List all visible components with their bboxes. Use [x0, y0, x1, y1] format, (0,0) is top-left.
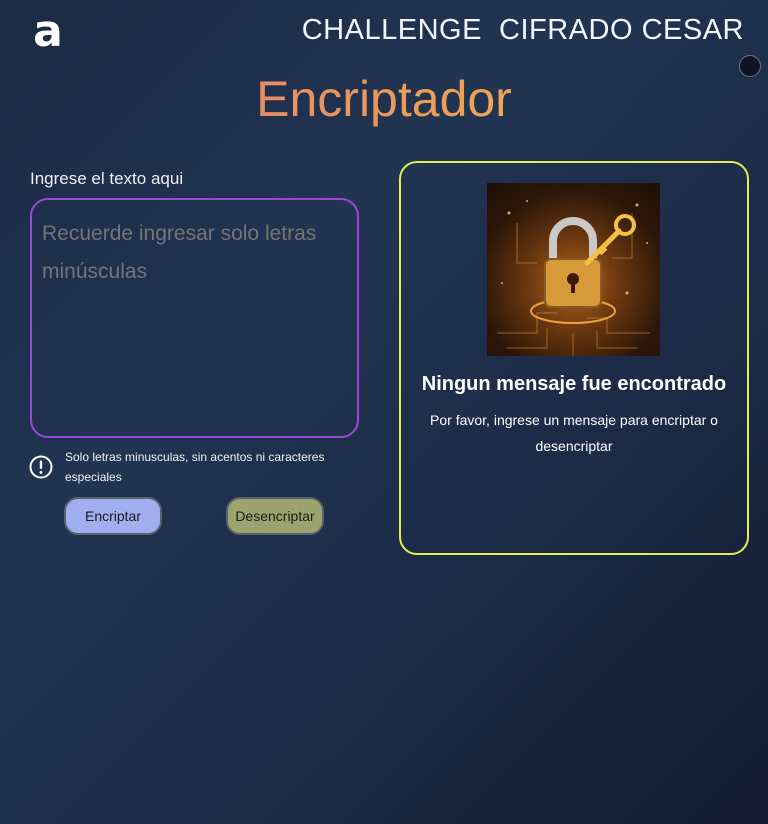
message-input[interactable]: [30, 198, 359, 438]
result-description: Por favor, ingrese un mensaje para encri…: [430, 412, 718, 454]
padlock-key-image: [487, 183, 660, 356]
result-title: Ningun mensaje fue encontrado: [421, 373, 727, 395]
encrypt-button[interactable]: Encriptar: [64, 497, 162, 535]
logo: a: [33, 6, 63, 57]
header-title: CHALLENGE CIFRADO CESAR: [301, 14, 744, 46]
result-panel: Ningun mensaje fue encontrado Por favor,…: [399, 161, 749, 555]
page-title: Encriptador: [0, 70, 768, 128]
hint-text: Solo letras minusculas, sin acentos ni c…: [65, 450, 325, 484]
exclamation-circle-icon: [29, 455, 53, 479]
decrypt-button[interactable]: Desencriptar: [226, 497, 324, 535]
input-label: Ingrese el texto aqui: [30, 169, 184, 188]
